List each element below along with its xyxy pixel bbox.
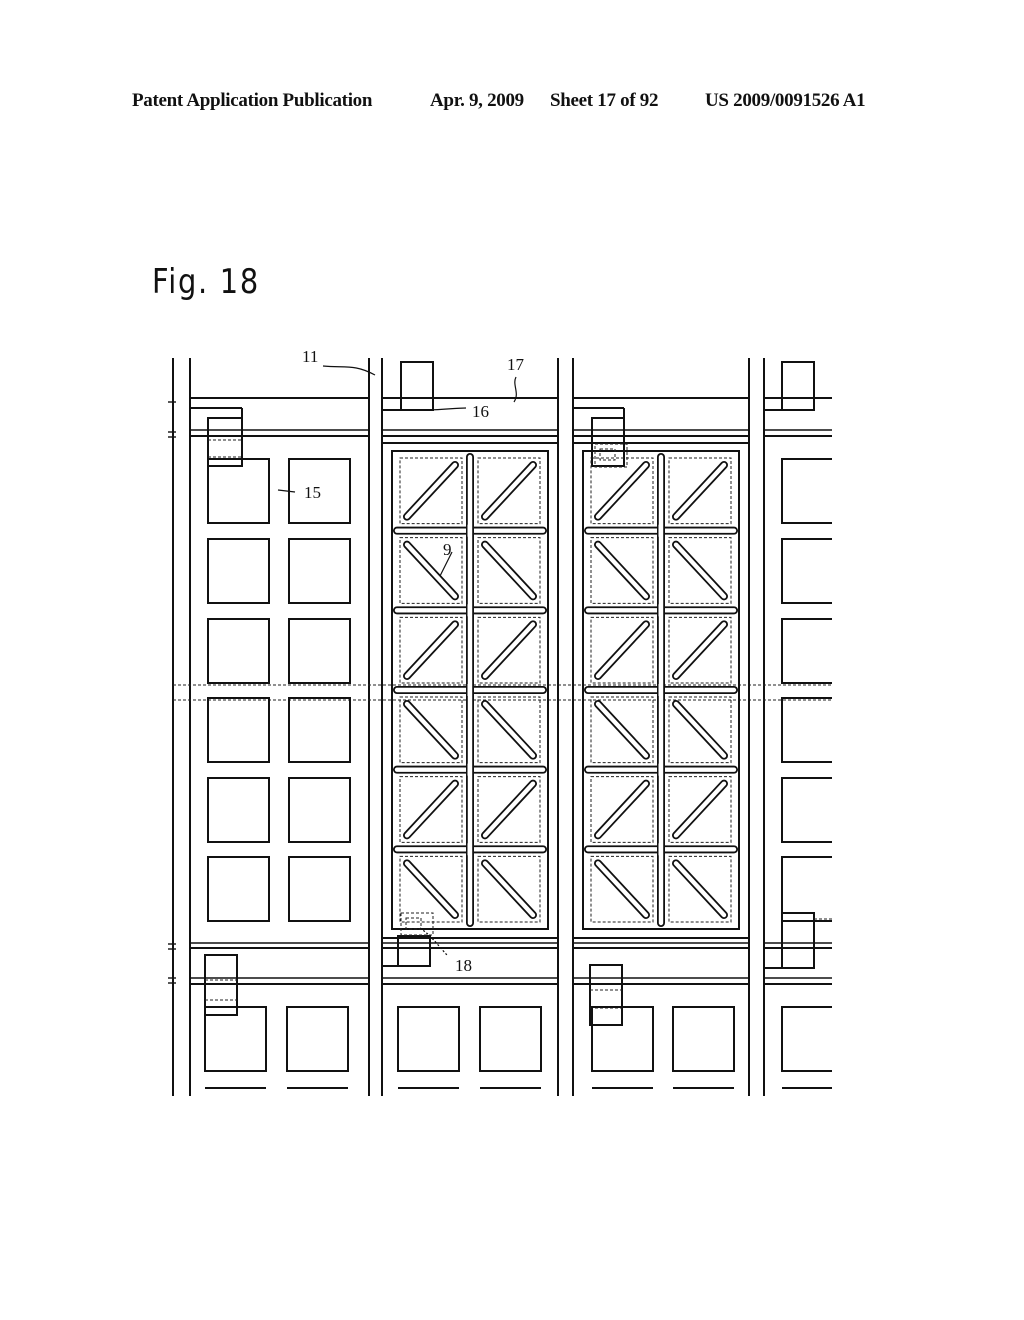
slit-9-fill bbox=[595, 701, 649, 758]
tft-block bbox=[397, 935, 431, 967]
electrode-square bbox=[204, 1006, 267, 1072]
leader-line-18 bbox=[419, 927, 449, 957]
contact-hole bbox=[405, 917, 422, 930]
electrode-square bbox=[207, 697, 270, 763]
electrode-square bbox=[207, 856, 270, 922]
slit-9-fill bbox=[595, 462, 649, 519]
ref-label-17: 17 bbox=[507, 355, 525, 374]
electrode-square bbox=[479, 1006, 542, 1072]
electrode-square bbox=[288, 538, 351, 604]
slit-9-fill bbox=[482, 781, 536, 838]
electrode-square-partial bbox=[781, 618, 832, 684]
slit-9-fill bbox=[482, 861, 536, 918]
slit-9-fill bbox=[595, 542, 649, 599]
electrode-square bbox=[288, 777, 351, 843]
electrode-square bbox=[207, 618, 270, 684]
slit-9-fill bbox=[673, 701, 727, 758]
electrode-square bbox=[207, 538, 270, 604]
electrode-square bbox=[288, 697, 351, 763]
electrode-square-partial bbox=[781, 697, 832, 763]
electrode-square-partial bbox=[781, 777, 832, 843]
tft-block bbox=[400, 361, 434, 411]
tft-block bbox=[781, 361, 815, 411]
electrode-square bbox=[207, 458, 270, 524]
leader-line-11 bbox=[322, 365, 376, 376]
slit-9-fill bbox=[673, 781, 727, 838]
electrode-square bbox=[672, 1006, 735, 1072]
slit-9-fill bbox=[482, 622, 536, 679]
slit-9-fill bbox=[482, 701, 536, 758]
slit-9-fill bbox=[404, 701, 458, 758]
electrode-square bbox=[397, 1006, 460, 1072]
ref-label-9: 9 bbox=[443, 540, 452, 559]
electrode-square-partial bbox=[781, 856, 832, 922]
slit-9-fill bbox=[673, 861, 727, 918]
slit-9-fill bbox=[404, 462, 458, 519]
ref-label-15: 15 bbox=[304, 483, 321, 502]
ref-label-18: 18 bbox=[455, 956, 472, 975]
diagram-structure bbox=[168, 358, 832, 1096]
reference-labels: 11 15 16 17 9 18 bbox=[277, 347, 525, 975]
slit-9-fill bbox=[595, 622, 649, 679]
electrode-square bbox=[288, 856, 351, 922]
slit-9-fill bbox=[404, 622, 458, 679]
slit-9-fill bbox=[404, 861, 458, 918]
slit-9-fill bbox=[482, 542, 536, 599]
slit-9-fill bbox=[404, 781, 458, 838]
slit-9-fill bbox=[595, 781, 649, 838]
electrode-square-partial bbox=[781, 458, 832, 524]
slit-9-fill bbox=[595, 861, 649, 918]
electrode-square bbox=[207, 777, 270, 843]
ref-label-11: 11 bbox=[302, 347, 318, 366]
pixel-layout-diagram: 11 15 16 17 9 18 bbox=[168, 347, 832, 1096]
ref-label-16: 16 bbox=[472, 402, 489, 421]
electrode-square bbox=[286, 1006, 349, 1072]
leader-line-15 bbox=[277, 489, 296, 493]
electrode-square-partial bbox=[781, 538, 832, 604]
slit-9-fill bbox=[673, 622, 727, 679]
electrode-square bbox=[288, 618, 351, 684]
slit-9-fill bbox=[482, 462, 536, 519]
tft-block bbox=[589, 964, 623, 1026]
slit-9-fill bbox=[673, 542, 727, 599]
slit-9-fill bbox=[673, 462, 727, 519]
electrode-square-partial bbox=[781, 1006, 832, 1072]
